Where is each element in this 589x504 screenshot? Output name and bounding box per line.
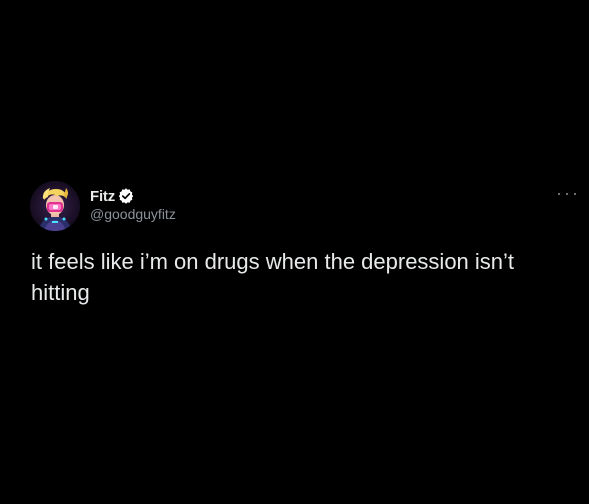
author-handle[interactable]: @goodguyfitz (90, 206, 176, 222)
author-avatar[interactable] (30, 181, 80, 231)
author-name-row: Fitz (90, 186, 134, 206)
more-dot (558, 193, 560, 195)
more-dot (566, 193, 568, 195)
tweet-card: Fitz @goodguyfitz it feels like i’m on d… (0, 0, 589, 504)
tweet-text: it feels like i’m on drugs when the depr… (31, 249, 521, 305)
more-dot (574, 193, 576, 195)
more-options-icon[interactable] (558, 187, 576, 201)
author-display-name[interactable]: Fitz (90, 188, 115, 205)
cartoon-avatar-icon (30, 181, 80, 231)
verified-badge-icon (118, 188, 134, 204)
